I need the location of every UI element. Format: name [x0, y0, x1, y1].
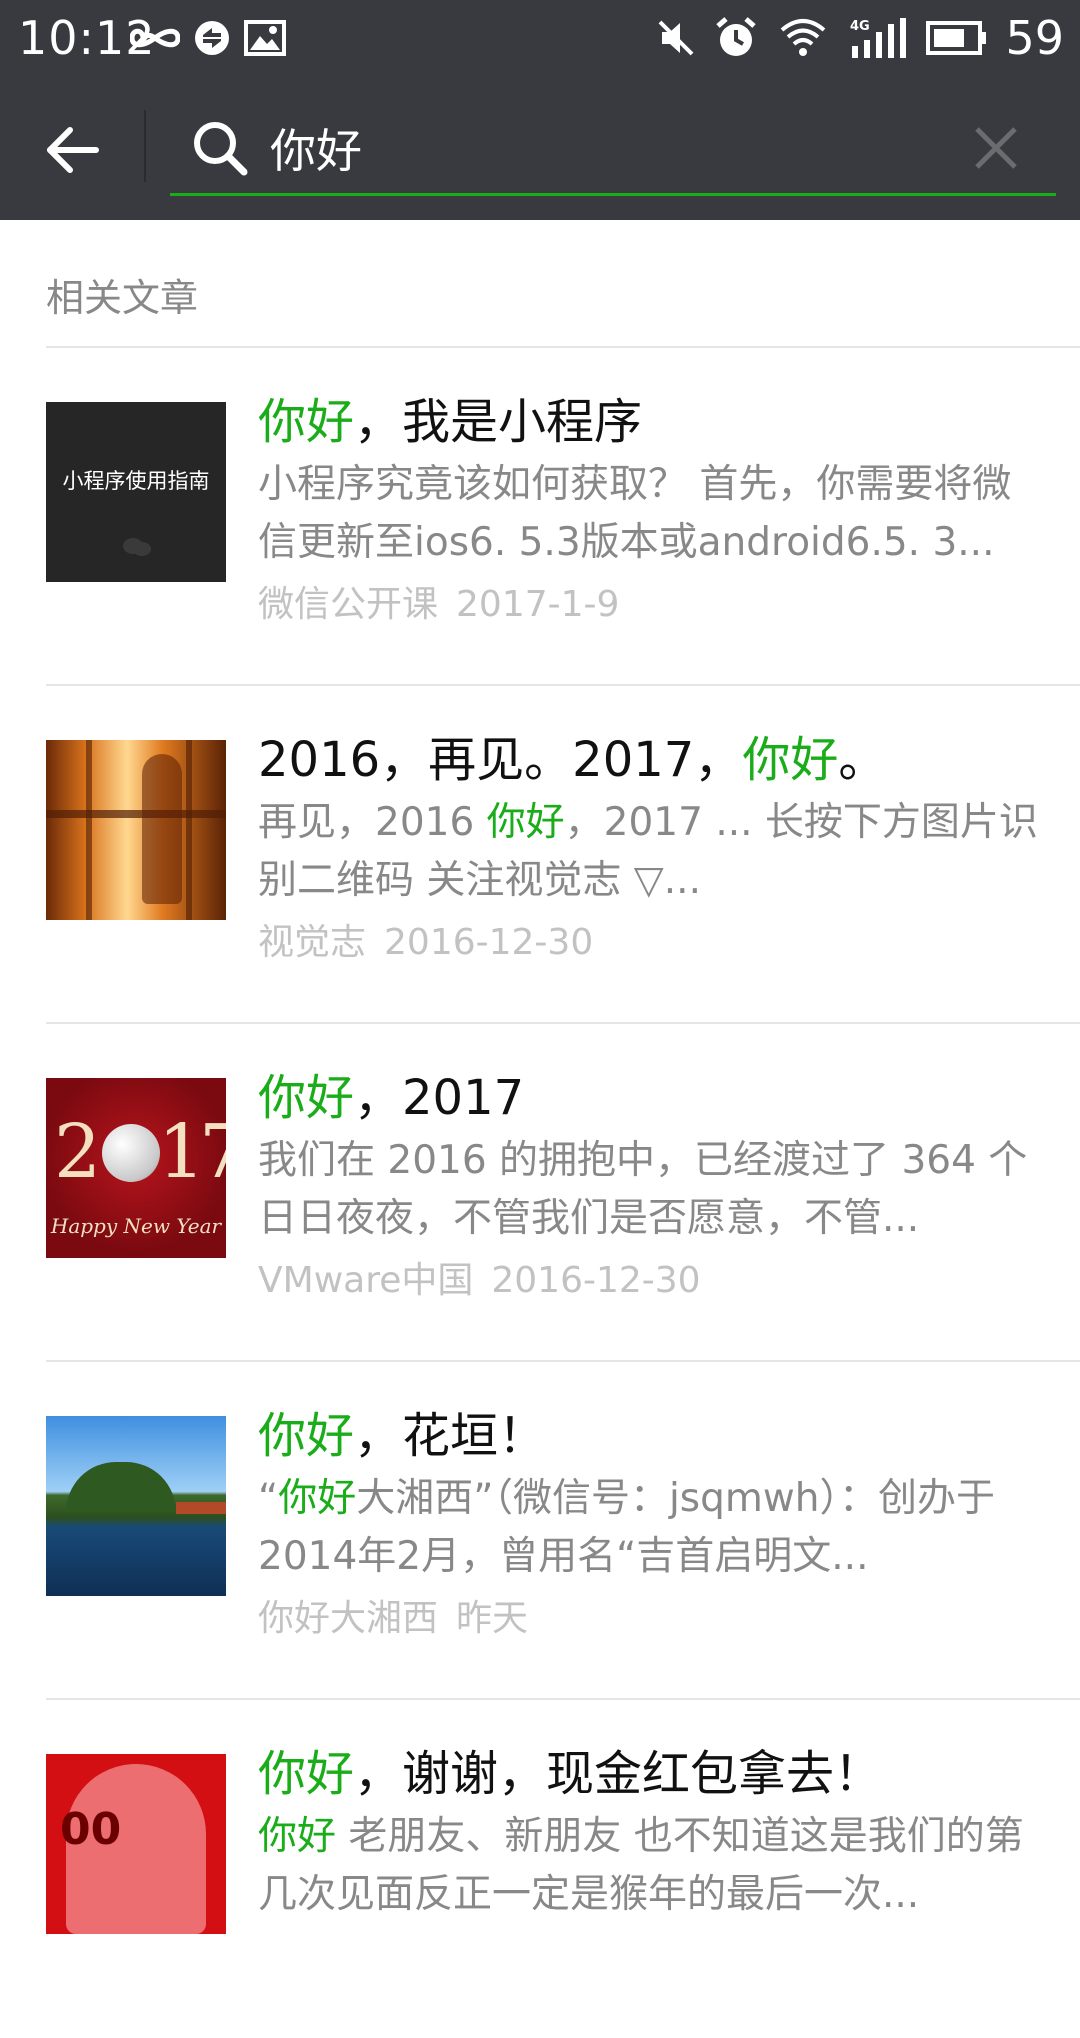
- thumbnail-caption: 小程序使用指南: [62, 469, 210, 493]
- article-title: 你好，2017: [258, 1070, 525, 1126]
- image-icon: [244, 14, 286, 62]
- battery-percent: 59: [1005, 11, 1064, 65]
- arrow-left-icon: [47, 127, 99, 173]
- back-button[interactable]: [36, 114, 108, 186]
- battery-icon: [926, 14, 988, 62]
- article-list: 小程序使用指南 你好，我是小程序 小程序究竟该如何获取？ 首先，你需要将微信更新…: [0, 348, 1080, 2038]
- section-title: 相关文章: [46, 276, 199, 320]
- article-title: 你好，谢谢，现金红包拿去！: [258, 1746, 883, 1802]
- article-snippet: 再见，2016 你好，2017 ... 长按下方图片识别二维码 关注视觉志 ▽.…: [258, 800, 1038, 903]
- search-icon: [190, 118, 250, 178]
- article-item[interactable]: 2016，再见。2017，你好。 再见，2016 你好，2017 ... 长按下…: [0, 686, 1080, 1024]
- article-source: 视觉志: [258, 922, 367, 963]
- toolbar-divider: [144, 110, 146, 182]
- article-thumbnail: 2 17 Happy New Year: [46, 1078, 226, 1258]
- thumbnail-caption: Happy New Year: [50, 1214, 222, 1238]
- sync-icon: [192, 14, 232, 62]
- close-icon: [975, 127, 1017, 169]
- search-input[interactable]: [270, 110, 910, 186]
- article-snippet: 我们在 2016 的拥抱中，已经渡过了 364 个日日夜夜，不管我们是否愿意，不…: [258, 1138, 1028, 1241]
- mute-icon: [656, 14, 696, 62]
- infinity-icon: [130, 14, 180, 62]
- article-item[interactable]: 00 你好，谢谢，现金红包拿去！ 你好 老朋友、新朋友 也不知道这是我们的第几次…: [0, 1700, 1080, 2038]
- svg-text:4G: 4G: [850, 19, 870, 34]
- alarm-icon: [714, 14, 758, 62]
- 4g-signal-icon: 4G: [850, 14, 906, 62]
- article-thumbnail: 小程序使用指南: [46, 402, 226, 582]
- article-item[interactable]: 2 17 Happy New Year 你好，2017 我们在 2016 的拥抱…: [0, 1024, 1080, 1362]
- article-meta: VMware中国 2016-12-30: [258, 1256, 719, 1306]
- article-thumbnail: 00: [46, 1754, 226, 1934]
- article-date: 2016-12-30: [491, 1260, 701, 1301]
- clear-button[interactable]: [966, 118, 1026, 178]
- article-date: 昨天: [456, 1598, 529, 1639]
- article-source: 你好大湘西: [258, 1598, 439, 1639]
- article-source: 微信公开课: [258, 584, 439, 625]
- article-title: 2016，再见。2017，你好。: [258, 732, 887, 788]
- article-date: 2016-12-30: [384, 922, 594, 963]
- article-item[interactable]: 你好，花垣！ “你好大湘西”（微信号：jsqmwh）：创办于2014年2月，曾用…: [0, 1362, 1080, 1700]
- article-snippet: 小程序究竟该如何获取？ 首先，你需要将微信更新至ios6. 5.3版本或andr…: [258, 462, 1012, 565]
- article-meta: 微信公开课 2017-1-9: [258, 580, 637, 630]
- wechat-logo-icon: [123, 538, 151, 556]
- article-thumbnail: [46, 1416, 226, 1596]
- wifi-icon: [780, 14, 826, 62]
- search-toolbar: [0, 78, 1080, 220]
- article-thumbnail: [46, 740, 226, 920]
- search-box: [170, 100, 1056, 196]
- article-snippet: 你好 老朋友、新朋友 也不知道这是我们的第几次见面反正一定是猴年的最后一次...: [258, 1814, 1024, 1917]
- article-title: 你好，花垣！: [258, 1408, 547, 1464]
- article-source: VMware中国: [258, 1260, 474, 1301]
- status-bar: 10:12 4G 59: [0, 0, 1080, 78]
- article-snippet: “你好大湘西”（微信号：jsqmwh）：创办于2014年2月，曾用名“吉首启明文…: [258, 1476, 995, 1579]
- article-meta: 你好大湘西 昨天: [258, 1594, 546, 1644]
- article-date: 2017-1-9: [456, 584, 620, 625]
- article-meta: 视觉志 2016-12-30: [258, 918, 611, 968]
- search-underline: [170, 193, 1056, 196]
- article-title: 你好，我是小程序: [258, 394, 643, 450]
- article-item[interactable]: 小程序使用指南 你好，我是小程序 小程序究竟该如何获取？ 首先，你需要将微信更新…: [0, 348, 1080, 686]
